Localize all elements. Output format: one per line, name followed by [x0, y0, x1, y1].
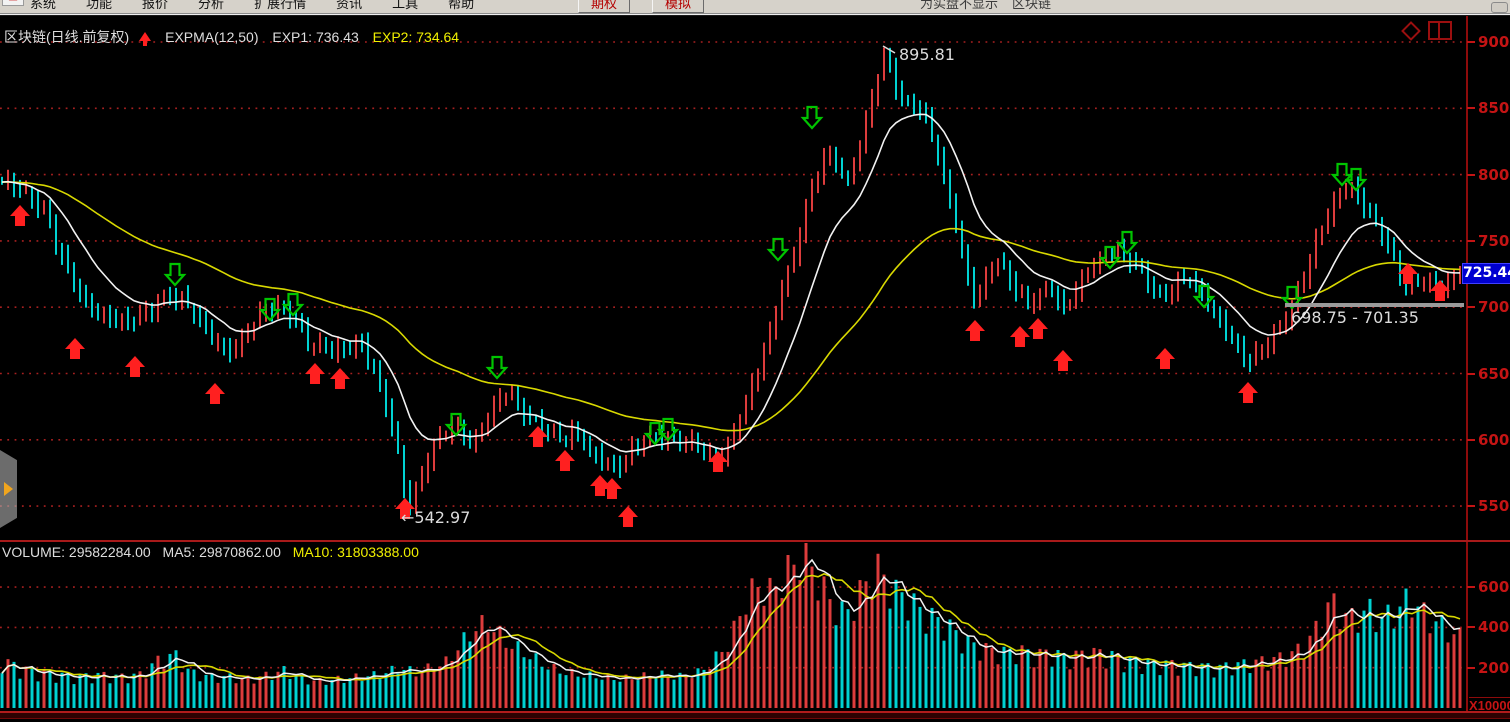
axis-tick-label: 700	[1478, 298, 1510, 316]
axis-tick	[1467, 240, 1475, 242]
last-price-tag: 725.44	[1462, 263, 1510, 284]
app-logo-icon[interactable]: ◢	[2, 0, 24, 6]
range-annotation: 698.75 - 701.35	[1291, 308, 1419, 327]
main-gridlines	[0, 42, 1464, 506]
menubar-stock-badge: 区块链	[1012, 0, 1051, 12]
menu-item[interactable]: 扩展行情	[254, 0, 306, 12]
volume-ma5-value: MA5: 29870862.00	[163, 544, 281, 560]
axis-tick-label: 600	[1478, 431, 1510, 449]
menu-item[interactable]: 工具	[392, 0, 418, 12]
axis-tick	[1467, 107, 1475, 109]
volume-bars	[1, 543, 1462, 708]
axis-tick-label: 550	[1478, 497, 1510, 515]
volume-axis-tick	[1467, 626, 1475, 628]
volume-axis-tick	[1467, 586, 1475, 588]
candles	[1, 48, 1461, 516]
volume-axis-tick-label: 400	[1478, 618, 1510, 636]
buy-signal-arrows	[10, 205, 1450, 527]
low-annotation: ←542.97	[401, 508, 470, 527]
volume-axis-tick-label: 600	[1478, 578, 1510, 596]
axis-tick-label: 750	[1478, 232, 1510, 250]
axis-tick	[1467, 439, 1475, 441]
axis-tick-label: 900	[1478, 33, 1510, 51]
stock-title: 区块链(日线.前复权)	[4, 29, 129, 45]
axis-tick	[1467, 373, 1475, 375]
trading-app-window: ◢ 系统 功能 报价 分析 扩展行情 资讯 工具 帮助 期权 模拟 为实盘不显示 区块链 区块…	[0, 0, 1510, 722]
high-annotation: 895.81	[899, 45, 955, 64]
panel-separator	[0, 540, 1510, 542]
menubar-status-text: 为实盘不显示	[920, 0, 998, 12]
sidebar-slide-tab[interactable]	[0, 450, 17, 528]
indicator-label: EXPMA(12,50)	[165, 29, 258, 45]
menu-item[interactable]: 功能	[86, 0, 112, 12]
axis-tick	[1467, 306, 1475, 308]
volume-chart[interactable]	[0, 543, 1466, 711]
menu-item[interactable]: 资讯	[336, 0, 362, 12]
volume-ma10-value: MA10: 31803388.00	[293, 544, 419, 560]
axis-tick	[1467, 41, 1475, 43]
menu-item[interactable]: 报价	[142, 0, 168, 12]
bottom-border	[0, 711, 1510, 722]
volume-legend: VOLUME: 29582284.00 MA5: 29870862.00 MA1…	[2, 544, 427, 560]
exp1-value: EXP1: 736.43	[272, 29, 358, 45]
volume-gridlines	[0, 587, 1464, 668]
axis-tick-label: 800	[1478, 166, 1510, 184]
axis-tick	[1467, 174, 1475, 176]
menubar-widget[interactable]	[1491, 2, 1508, 13]
sell-signal-arrows	[166, 107, 1365, 444]
axis-tick-label: 650	[1478, 365, 1510, 383]
menu-item-hot-1[interactable]: 期权	[578, 0, 630, 13]
menubar: ◢ 系统 功能 报价 分析 扩展行情 资讯 工具 帮助 期权 模拟 为实盘不显示 区块链	[0, 0, 1510, 13]
up-arrow-icon	[139, 32, 151, 41]
menubar-items: 系统 功能 报价 分析 扩展行情 资讯 工具 帮助	[0, 0, 474, 12]
menu-item-hot-2[interactable]: 模拟	[652, 0, 704, 13]
axis-tick	[1467, 505, 1475, 507]
price-axis	[1466, 16, 1468, 711]
range-line	[1285, 303, 1464, 307]
menu-item[interactable]: 分析	[198, 0, 224, 12]
expand-arrow-icon	[4, 482, 13, 496]
volume-axis-tick	[1467, 667, 1475, 669]
main-candlestick-chart[interactable]: 895.81 ←542.97 698.75 - 701.35	[0, 16, 1466, 540]
volume-value: VOLUME: 29582284.00	[2, 544, 151, 560]
axis-tick-label: 850	[1478, 99, 1510, 117]
chart-legend: 区块链(日线.前复权) EXPMA(12,50) EXP1: 736.43 EX…	[4, 27, 469, 45]
volume-axis-tick-label: 200	[1478, 659, 1510, 677]
exp2-value: EXP2: 734.64	[373, 29, 459, 45]
menu-item[interactable]: 帮助	[448, 0, 474, 12]
menu-item[interactable]: 系统	[30, 0, 56, 12]
